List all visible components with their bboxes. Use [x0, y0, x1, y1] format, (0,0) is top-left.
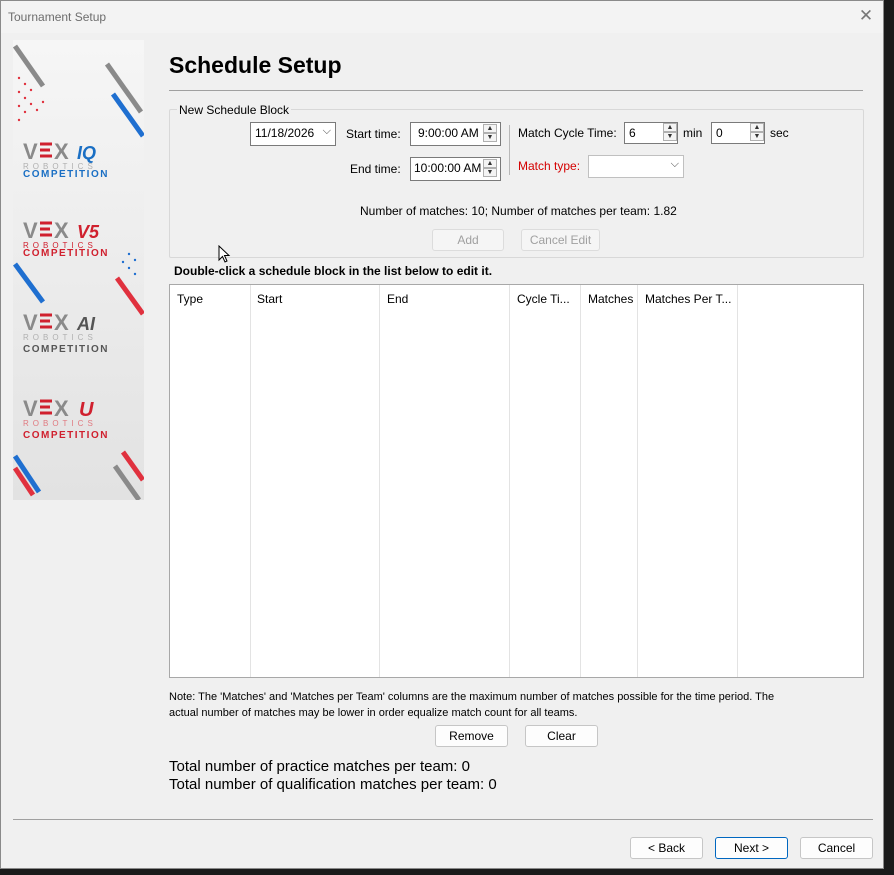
- column-matches[interactable]: Matches: [581, 285, 638, 677]
- clear-button[interactable]: Clear: [525, 725, 598, 747]
- vex-ai-logo: V X AI ROBOTICS COMPETITION: [23, 310, 109, 355]
- column-matches-per-team[interactable]: Matches Per T...: [638, 285, 738, 677]
- svg-text:U: U: [79, 399, 94, 421]
- sec-label: sec: [770, 126, 789, 140]
- svg-text:COMPETITION: COMPETITION: [23, 169, 109, 180]
- svg-text:X: X: [54, 218, 69, 243]
- title-bar: Tournament Setup ✕: [1, 1, 883, 33]
- sidebar-logo-panel: V X IQ ROBOTICS COMPETITION V X V5 ROBOT…: [13, 40, 144, 500]
- date-picker[interactable]: 11/18/2026 ⌵: [250, 122, 336, 146]
- svg-text:IQ: IQ: [77, 143, 96, 163]
- spin-up-icon[interactable]: ▲: [483, 159, 497, 168]
- tournament-setup-window: Tournament Setup ✕ V X IQ ROBOTICS COMPE…: [0, 0, 884, 869]
- column-cycle-time[interactable]: Cycle Ti...: [510, 285, 581, 677]
- cycle-minutes-spinner[interactable]: ▲ ▼: [663, 123, 677, 141]
- min-label: min: [683, 126, 703, 140]
- spin-down-icon[interactable]: ▼: [663, 132, 677, 141]
- spin-up-icon[interactable]: ▲: [750, 123, 764, 132]
- cancel-edit-button[interactable]: Cancel Edit: [521, 229, 600, 251]
- column-header[interactable]: Matches: [588, 292, 633, 306]
- spin-up-icon[interactable]: ▲: [483, 124, 497, 133]
- svg-text:V: V: [23, 218, 38, 243]
- list-instruction: Double-click a schedule block in the lis…: [174, 264, 493, 278]
- svg-text:V: V: [23, 396, 38, 421]
- svg-text:X: X: [54, 310, 69, 335]
- vex-iq-logo: V X IQ ROBOTICS COMPETITION: [23, 139, 109, 180]
- window-title: Tournament Setup: [8, 10, 107, 24]
- column-header[interactable]: Cycle Ti...: [517, 292, 570, 306]
- match-cycle-time-label: Match Cycle Time:: [518, 126, 617, 140]
- spin-down-icon[interactable]: ▼: [750, 132, 764, 141]
- chevron-down-icon: ⌵: [322, 125, 331, 137]
- spin-up-icon[interactable]: ▲: [663, 123, 677, 132]
- footer-divider: [13, 819, 873, 820]
- svg-text:X: X: [54, 139, 69, 164]
- cycle-minutes-value: 6: [629, 126, 636, 140]
- cycle-seconds-spinner[interactable]: ▲ ▼: [750, 123, 764, 141]
- schedule-blocks-table[interactable]: Type Start End Cycle Ti... Matches Match…: [169, 284, 864, 678]
- matches-info-text: Number of matches: 10; Number of matches…: [360, 204, 677, 218]
- svg-text:ROBOTICS: ROBOTICS: [23, 333, 97, 342]
- svg-text:COMPETITION: COMPETITION: [23, 430, 109, 441]
- group-title: New Schedule Block: [177, 103, 292, 117]
- svg-text:X: X: [54, 396, 69, 421]
- svg-text:V: V: [23, 139, 38, 164]
- match-type-select[interactable]: ⌵: [588, 155, 684, 178]
- column-start[interactable]: Start: [250, 285, 380, 677]
- vex-u-logo: V X U ROBOTICS COMPETITION: [23, 396, 109, 441]
- end-time-spinner[interactable]: ▲ ▼: [483, 159, 497, 177]
- heading-divider: [169, 90, 863, 91]
- spin-down-icon[interactable]: ▼: [483, 133, 497, 142]
- vex-v5-logo: V X V5 ROBOTICS COMPETITION: [23, 218, 109, 259]
- svg-text:COMPETITION: COMPETITION: [23, 344, 109, 355]
- vex-e-mark: [40, 313, 52, 329]
- column-header[interactable]: End: [387, 292, 408, 306]
- vex-e-mark: [40, 399, 52, 415]
- svg-text:ROBOTICS: ROBOTICS: [23, 419, 97, 428]
- vertical-separator: [509, 125, 510, 175]
- cycle-seconds-value: 0: [716, 126, 723, 140]
- start-time-spinner[interactable]: ▲ ▼: [483, 124, 497, 142]
- chevron-down-icon: ⌵: [670, 158, 679, 170]
- svg-text:V5: V5: [77, 222, 100, 242]
- date-value: 11/18/2026: [255, 126, 315, 140]
- match-type-label: Match type:: [518, 159, 581, 173]
- close-icon[interactable]: ✕: [857, 7, 875, 25]
- vex-logos-banner: V X IQ ROBOTICS COMPETITION V X V5 ROBOT…: [13, 44, 144, 500]
- svg-text:AI: AI: [76, 314, 96, 334]
- total-practice-matches: Total number of practice matches per tea…: [169, 758, 470, 775]
- note-text: Note: The 'Matches' and 'Matches per Tea…: [169, 691, 775, 719]
- svg-text:V: V: [23, 310, 38, 335]
- column-header[interactable]: Matches Per T...: [645, 292, 731, 306]
- column-header[interactable]: Start: [257, 292, 282, 306]
- svg-text:COMPETITION: COMPETITION: [23, 248, 109, 259]
- column-end[interactable]: End: [380, 285, 510, 677]
- start-time-label: Start time:: [346, 127, 401, 141]
- next-button[interactable]: Next >: [715, 837, 788, 859]
- column-type[interactable]: Type: [170, 285, 251, 677]
- mouse-pointer-icon: [218, 245, 231, 263]
- spin-down-icon[interactable]: ▼: [483, 168, 497, 177]
- add-button[interactable]: Add: [432, 229, 504, 251]
- back-button[interactable]: < Back: [630, 837, 703, 859]
- remove-button[interactable]: Remove: [435, 725, 508, 747]
- vex-e-mark: [40, 142, 52, 158]
- total-qualification-matches: Total number of qualification matches pe…: [169, 776, 497, 793]
- page-title: Schedule Setup: [169, 52, 342, 78]
- vex-e-mark: [40, 221, 52, 237]
- cancel-button[interactable]: Cancel: [800, 837, 873, 859]
- column-header[interactable]: Type: [177, 292, 203, 306]
- end-time-label: End time:: [350, 162, 401, 176]
- end-time-value: 10:00:00 AM: [414, 161, 482, 175]
- start-time-value: 9:00:00 AM: [418, 126, 479, 140]
